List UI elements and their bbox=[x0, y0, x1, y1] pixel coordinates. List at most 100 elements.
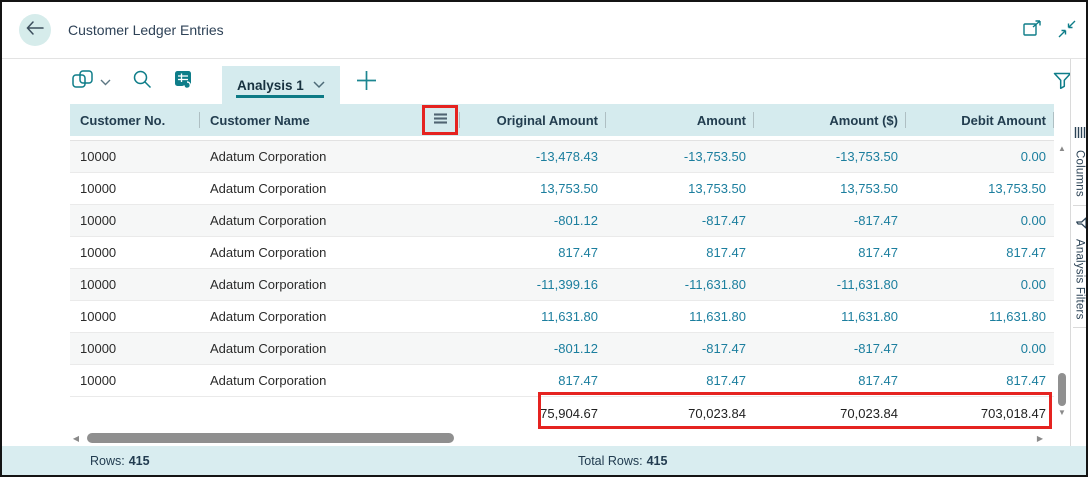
scroll-down-arrow-icon[interactable]: ▼ bbox=[1054, 408, 1070, 418]
search-icon bbox=[133, 70, 152, 94]
cell-customer-no[interactable]: 10000 bbox=[70, 141, 200, 172]
column-header-original-amount[interactable]: Original Amount bbox=[460, 104, 606, 136]
cell-customer-no[interactable]: 10000 bbox=[70, 301, 200, 332]
cell-original-amount[interactable]: 817.47 bbox=[460, 237, 606, 268]
cell-customer-no[interactable]: 10000 bbox=[70, 333, 200, 364]
cell-debit-amount[interactable]: 817.47 bbox=[906, 365, 1054, 396]
cell-customer-no[interactable]: 10000 bbox=[70, 237, 200, 268]
cell-amount[interactable]: 11,631.80 bbox=[606, 301, 754, 332]
total-amount-usd: 70,023.84 bbox=[840, 406, 898, 421]
vertical-scrollbar[interactable]: ▲ ▼ bbox=[1054, 136, 1070, 430]
scroll-left-arrow-icon[interactable]: ◀ bbox=[70, 434, 82, 444]
cell-amount-usd[interactable]: 817.47 bbox=[754, 365, 906, 396]
cell-original-amount[interactable]: -11,399.16 bbox=[460, 269, 606, 300]
cell-customer-name[interactable]: Adatum Corporation bbox=[200, 301, 460, 332]
cell-amount-usd[interactable]: -13,753.50 bbox=[754, 141, 906, 172]
horizontal-scrollbar[interactable]: ◀ ▶ bbox=[70, 430, 1054, 447]
cell-amount-usd[interactable]: -11,631.80 bbox=[754, 269, 906, 300]
column-header-amount[interactable]: Amount bbox=[606, 104, 754, 136]
cell-debit-amount[interactable]: 0.00 bbox=[906, 141, 1054, 172]
side-tab-columns-label: Columns bbox=[1073, 150, 1086, 197]
side-panel-divider bbox=[1073, 327, 1086, 329]
column-header-customer-name[interactable]: Customer Name bbox=[200, 104, 460, 136]
cell-amount[interactable]: 13,753.50 bbox=[606, 173, 754, 204]
cell-debit-amount[interactable]: 0.00 bbox=[906, 269, 1054, 300]
table-row[interactable]: 10000 Adatum Corporation 817.47 817.47 8… bbox=[70, 365, 1054, 397]
scroll-up-arrow-icon[interactable]: ▲ bbox=[1054, 144, 1070, 154]
cell-customer-name[interactable]: Adatum Corporation bbox=[200, 269, 460, 300]
cell-original-amount[interactable]: -13,478.43 bbox=[460, 141, 606, 172]
cell-amount[interactable]: -817.47 bbox=[606, 333, 754, 364]
table-row[interactable]: 10000 Adatum Corporation -801.12 -817.47… bbox=[70, 205, 1054, 237]
column-header-debit-amount[interactable]: Debit Amount bbox=[906, 104, 1054, 136]
chevron-down-icon bbox=[313, 76, 325, 94]
cell-customer-name[interactable]: Adatum Corporation bbox=[200, 333, 460, 364]
cell-amount-usd[interactable]: 11,631.80 bbox=[754, 301, 906, 332]
cell-debit-amount[interactable]: 0.00 bbox=[906, 205, 1054, 236]
table-header-row: Customer No. Customer Name Original Amou… bbox=[70, 104, 1054, 136]
table-row[interactable]: 10000 Adatum Corporation -801.12 -817.47… bbox=[70, 333, 1054, 365]
cell-original-amount[interactable]: 13,753.50 bbox=[460, 173, 606, 204]
cell-original-amount[interactable]: -801.12 bbox=[460, 205, 606, 236]
column-header-customer-no[interactable]: Customer No. bbox=[70, 104, 200, 136]
cell-amount-usd[interactable]: 13,753.50 bbox=[754, 173, 906, 204]
cell-amount[interactable]: -13,753.50 bbox=[606, 141, 754, 172]
back-button[interactable] bbox=[19, 14, 51, 46]
rows-value: 415 bbox=[128, 453, 150, 468]
side-tab-analysis-filters-label: Analysis Filters bbox=[1073, 238, 1086, 320]
cell-debit-amount[interactable]: 13,753.50 bbox=[906, 173, 1054, 204]
vertical-scrollbar-thumb[interactable] bbox=[1058, 373, 1066, 406]
cell-customer-name[interactable]: Adatum Corporation bbox=[200, 173, 460, 204]
side-tab-columns[interactable]: Columns bbox=[1074, 117, 1086, 205]
page-title: Customer Ledger Entries bbox=[68, 22, 224, 38]
cell-amount[interactable]: 817.47 bbox=[606, 365, 754, 396]
cell-amount[interactable]: -817.47 bbox=[606, 205, 754, 236]
views-icon bbox=[72, 69, 96, 94]
top-bar: Customer Ledger Entries bbox=[2, 2, 1086, 59]
cell-customer-name[interactable]: Adatum Corporation bbox=[200, 237, 460, 268]
column-header-amount-usd[interactable]: Amount ($) bbox=[754, 104, 906, 136]
table-row[interactable]: 10000 Adatum Corporation 13,753.50 13,75… bbox=[70, 173, 1054, 205]
views-menu-button[interactable] bbox=[72, 69, 111, 94]
analysis-toolbar: Analysis 1 bbox=[2, 59, 1086, 104]
side-tab-analysis-filters[interactable]: Analysis Filters bbox=[1074, 206, 1086, 328]
columns-icon bbox=[1074, 125, 1086, 143]
table-row[interactable]: 10000 Adatum Corporation 11,631.80 11,63… bbox=[70, 301, 1054, 333]
cell-customer-no[interactable]: 10000 bbox=[70, 205, 200, 236]
table-row[interactable]: 10000 Adatum Corporation -13,478.43 -13,… bbox=[70, 141, 1054, 173]
cell-original-amount[interactable]: -801.12 bbox=[460, 333, 606, 364]
cell-amount[interactable]: -11,631.80 bbox=[606, 269, 754, 300]
scroll-right-arrow-icon[interactable]: ▶ bbox=[1034, 434, 1046, 444]
table-row[interactable]: 10000 Adatum Corporation -11,399.16 -11,… bbox=[70, 269, 1054, 301]
add-analysis-tab-button[interactable] bbox=[356, 70, 377, 94]
totals-empty-cell bbox=[200, 397, 460, 430]
back-arrow-icon bbox=[26, 20, 44, 40]
cell-customer-no[interactable]: 10000 bbox=[70, 173, 200, 204]
cell-customer-name[interactable]: Adatum Corporation bbox=[200, 365, 460, 396]
tab-analysis-1[interactable]: Analysis 1 bbox=[222, 66, 340, 104]
chevron-down-icon bbox=[100, 73, 111, 91]
cell-customer-no[interactable]: 10000 bbox=[70, 269, 200, 300]
search-button[interactable] bbox=[133, 70, 152, 94]
cell-debit-amount[interactable]: 0.00 bbox=[906, 333, 1054, 364]
tab-analysis-1-label: Analysis 1 bbox=[237, 77, 304, 93]
column-menu-icon[interactable] bbox=[433, 112, 448, 130]
table-row[interactable]: 10000 Adatum Corporation 817.47 817.47 8… bbox=[70, 237, 1054, 269]
cell-amount[interactable]: 817.47 bbox=[606, 237, 754, 268]
horizontal-scrollbar-thumb[interactable] bbox=[87, 433, 454, 443]
cell-customer-name[interactable]: Adatum Corporation bbox=[200, 141, 460, 172]
cell-amount-usd[interactable]: -817.47 bbox=[754, 333, 906, 364]
analyze-data-button[interactable] bbox=[174, 70, 194, 94]
popout-icon bbox=[1023, 20, 1042, 40]
total-amount: 70,023.84 bbox=[688, 406, 746, 421]
cell-customer-no[interactable]: 10000 bbox=[70, 365, 200, 396]
cell-original-amount[interactable]: 11,631.80 bbox=[460, 301, 606, 332]
cell-original-amount[interactable]: 817.47 bbox=[460, 365, 606, 396]
cell-amount-usd[interactable]: -817.47 bbox=[754, 205, 906, 236]
cell-debit-amount[interactable]: 11,631.80 bbox=[906, 301, 1054, 332]
collapse-window-button[interactable] bbox=[1058, 20, 1076, 41]
open-in-new-window-button[interactable] bbox=[1023, 20, 1042, 40]
cell-amount-usd[interactable]: 817.47 bbox=[754, 237, 906, 268]
cell-customer-name[interactable]: Adatum Corporation bbox=[200, 205, 460, 236]
cell-debit-amount[interactable]: 817.47 bbox=[906, 237, 1054, 268]
